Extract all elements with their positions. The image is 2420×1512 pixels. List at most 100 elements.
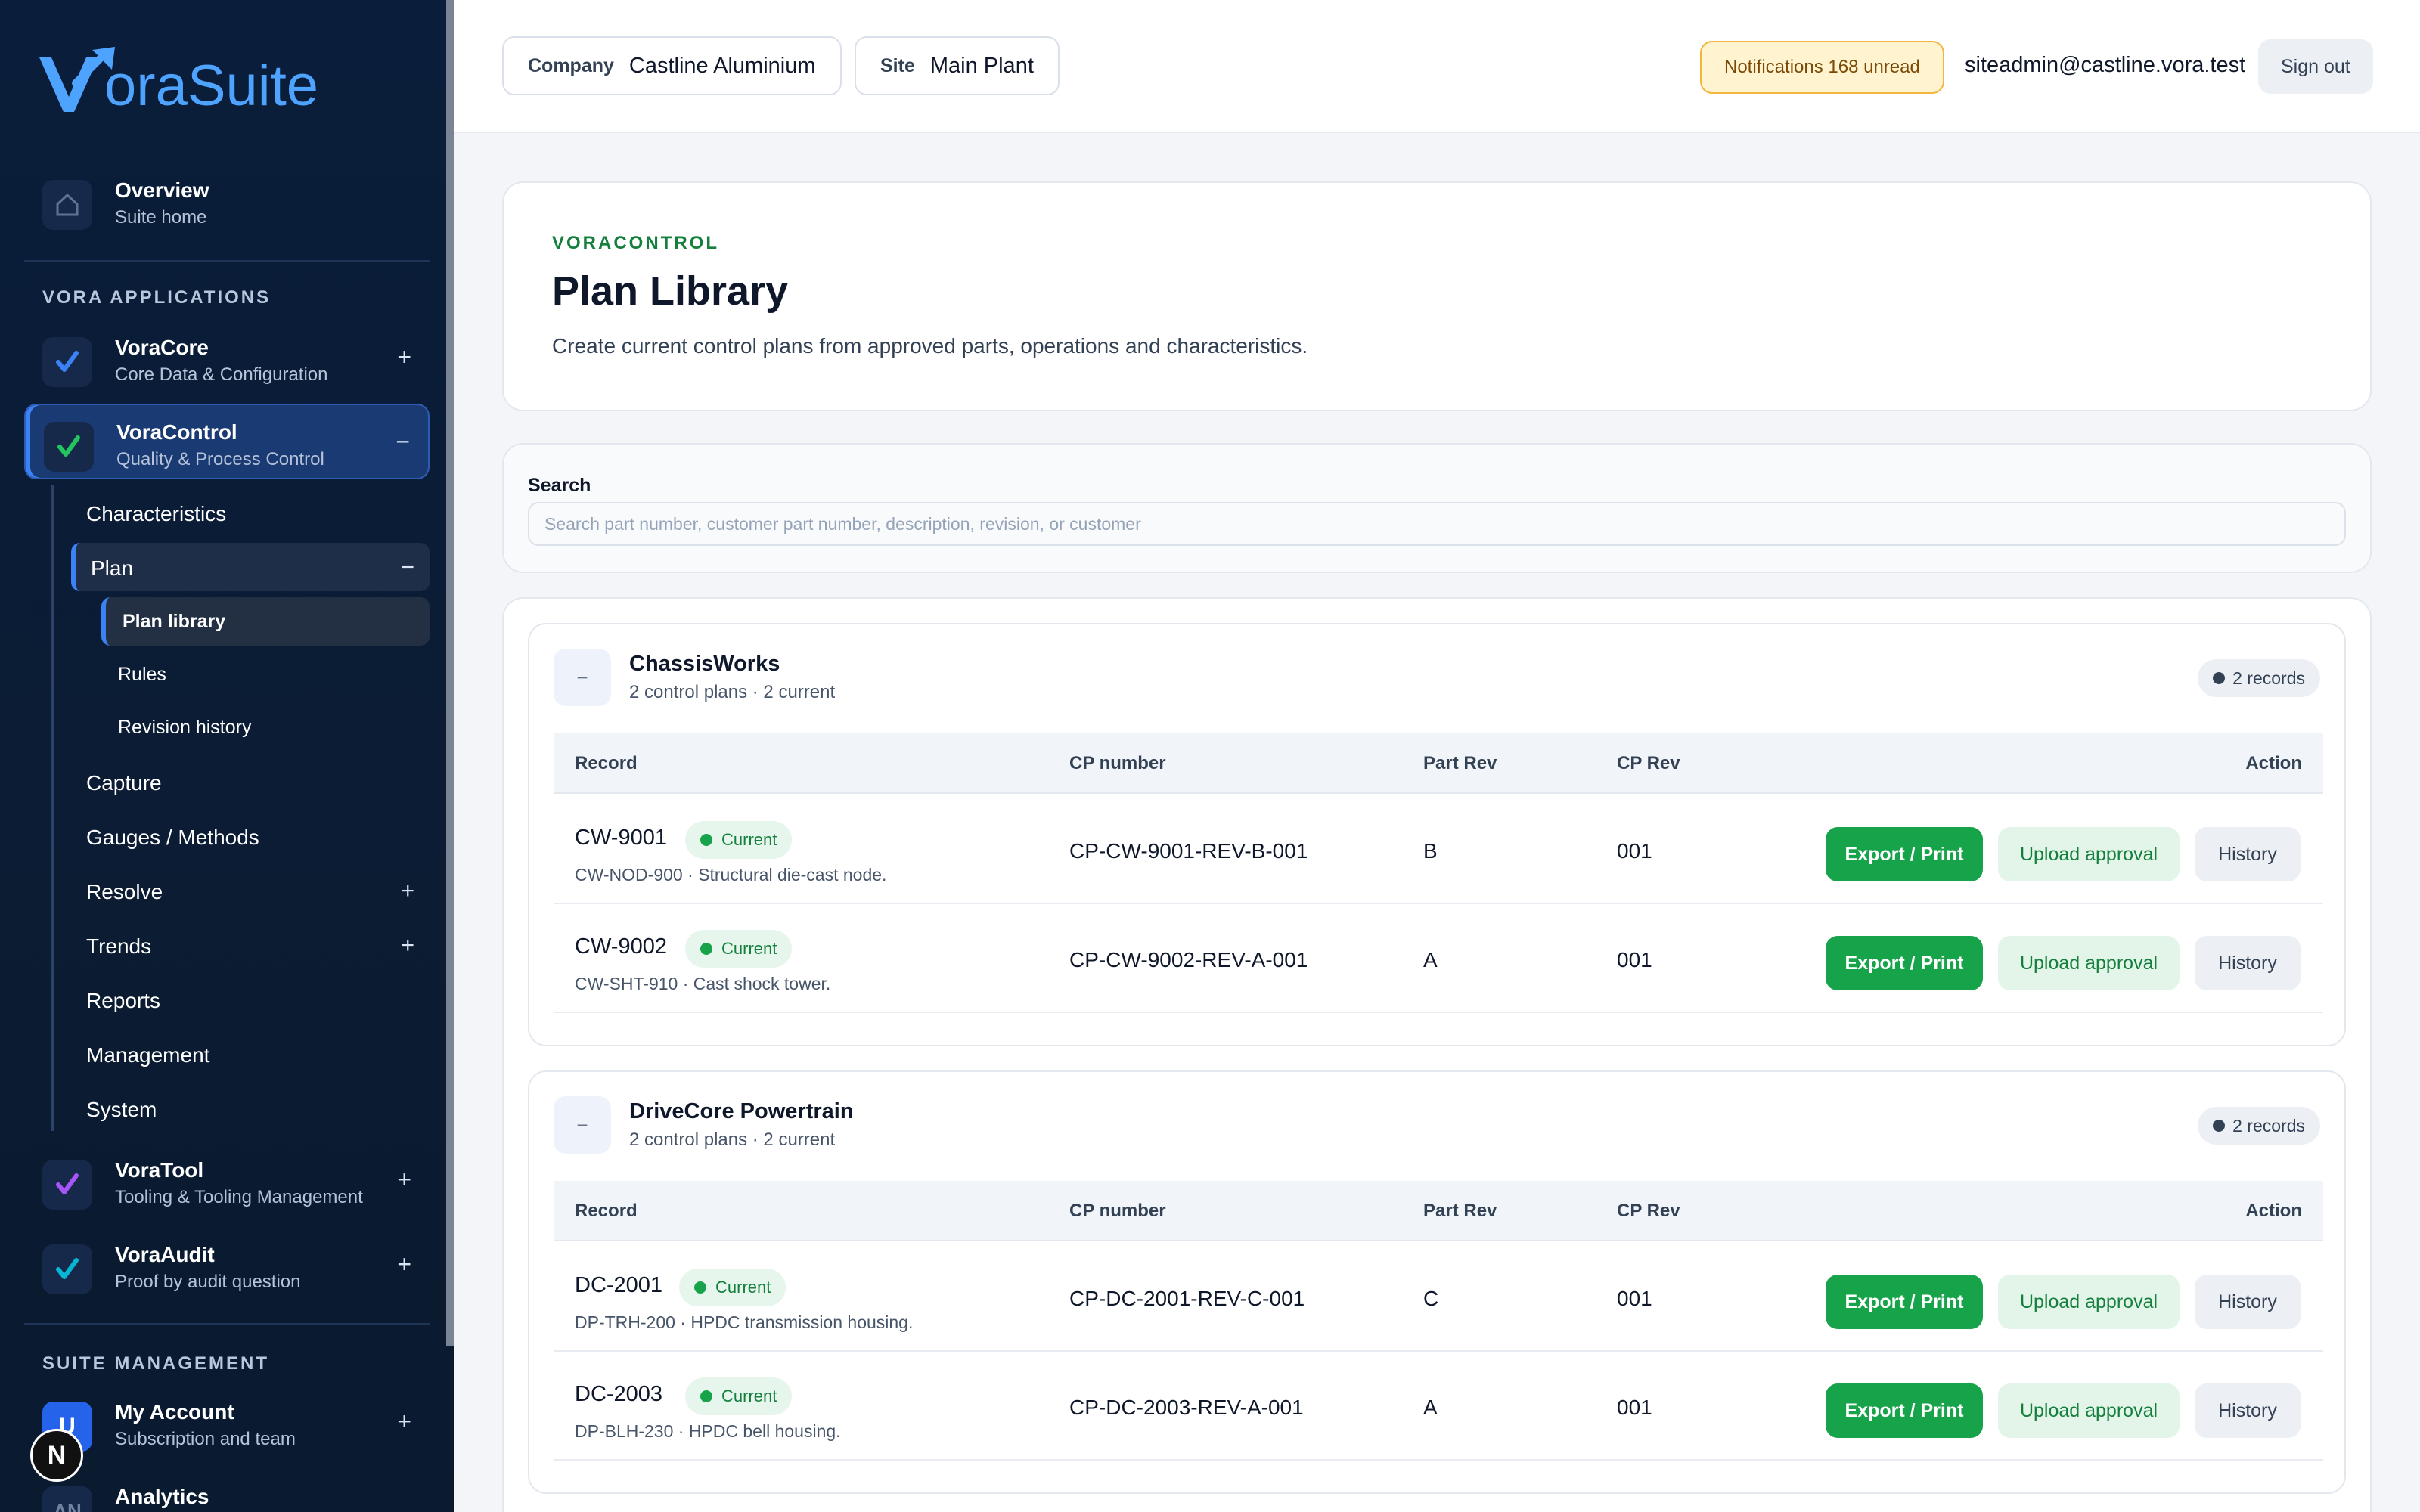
sidebar-item-plan-library[interactable]: Plan library — [101, 597, 430, 646]
col-action: Action — [2245, 1201, 2302, 1221]
history-button[interactable]: History — [2195, 936, 2301, 990]
record-id: DC-2003 — [575, 1382, 663, 1406]
table-row: DC-2003 Current DP-BLH-230 · HPDC bell h… — [554, 1352, 2323, 1461]
sidebar-item-label: System — [86, 1098, 157, 1121]
dev-badge[interactable]: N — [30, 1429, 83, 1482]
record-description: DP-TRH-200 · HPDC transmission housing. — [575, 1312, 914, 1332]
section-label-suite: SUITE MANAGEMENT — [42, 1353, 269, 1374]
collapse-icon[interactable]: − — [396, 429, 410, 454]
sidebar-item-rules[interactable]: Rules — [101, 650, 430, 699]
record-description: CW-SHT-910 · Cast shock tower. — [575, 974, 831, 993]
nav-voracore-subtitle: Core Data & Configuration — [115, 364, 328, 385]
nav-voracontrol[interactable]: VoraControl Quality & Process Control − — [24, 404, 430, 479]
sidebar-item-revision-history[interactable]: Revision history — [101, 703, 430, 751]
status-text: Current — [721, 1387, 777, 1405]
group-summary: 2 control plans · 2 current — [629, 1129, 836, 1150]
sign-out-button[interactable]: Sign out — [2258, 39, 2373, 94]
expand-icon[interactable]: + — [397, 1167, 411, 1191]
col-cp-rev: CP Rev — [1617, 1201, 1680, 1221]
customer-group-drivecore: − DriveCore Powertrain 2 control plans ·… — [528, 1070, 2346, 1494]
nav-analytics-title: Analytics — [115, 1485, 209, 1508]
upload-approval-button[interactable]: Upload approval — [1998, 936, 2180, 990]
badge-dot-icon — [2213, 672, 2226, 684]
history-button[interactable]: History — [2195, 1383, 2301, 1438]
customer-group-chassisworks: − ChassisWorks 2 control plans · 2 curre… — [528, 623, 2346, 1046]
sidebar-item-resolve[interactable]: Resolve + — [71, 866, 430, 915]
cp-number: CP-DC-2001-REV-C-001 — [1069, 1287, 1305, 1310]
sidebar-item-management[interactable]: Management — [71, 1030, 430, 1078]
records-count: 2 records — [2232, 668, 2305, 688]
results-card: − ChassisWorks 2 control plans · 2 curre… — [502, 597, 2372, 1512]
history-button[interactable]: History — [2195, 1275, 2301, 1329]
sidebar-item-gauges-methods[interactable]: Gauges / Methods — [71, 812, 430, 860]
voratool-check-icon — [42, 1160, 92, 1210]
group-title: DriveCore Powertrain — [629, 1099, 854, 1123]
sidebar-item-reports[interactable]: Reports — [71, 975, 430, 1024]
part-rev: C — [1423, 1287, 1439, 1310]
topbar: Company Castline Aluminium Site Main Pla… — [454, 0, 2420, 133]
voracore-check-icon — [42, 337, 92, 387]
search-label: Search — [528, 475, 591, 496]
upload-approval-button[interactable]: Upload approval — [1998, 1383, 2180, 1438]
sidebar-item-trends[interactable]: Trends + — [71, 921, 430, 969]
status-dot-icon — [700, 834, 712, 846]
nav-voratool-title: VoraTool — [115, 1158, 204, 1182]
nav-voraaudit[interactable]: VoraAudit Proof by audit question + — [24, 1228, 430, 1303]
upload-approval-button[interactable]: Upload approval — [1998, 1275, 2180, 1329]
upload-approval-button[interactable]: Upload approval — [1998, 827, 2180, 881]
export-print-button[interactable]: Export / Print — [1826, 936, 1983, 990]
search-input[interactable] — [528, 502, 2346, 546]
cp-number: CP-CW-9001-REV-B-001 — [1069, 839, 1308, 863]
nav-voracore[interactable]: VoraCore Core Data & Configuration + — [24, 321, 430, 396]
expand-icon[interactable]: + — [397, 345, 411, 369]
nav-my-account[interactable]: U My Account Subscription and team + — [24, 1385, 430, 1461]
site-selector[interactable]: Site Main Plant — [855, 36, 1060, 95]
sidebar-item-capture[interactable]: Capture — [71, 758, 430, 806]
expand-icon[interactable]: + — [401, 878, 414, 904]
expand-icon[interactable]: + — [401, 933, 414, 959]
history-button[interactable]: History — [2195, 827, 2301, 881]
notifications-button[interactable]: Notifications 168 unread — [1700, 41, 1944, 94]
part-rev: A — [1423, 948, 1438, 971]
nav-voratool-subtitle: Tooling & Tooling Management — [115, 1187, 363, 1207]
company-selector[interactable]: Company Castline Aluminium — [502, 36, 842, 95]
page-eyebrow: VORACONTROL — [552, 233, 719, 253]
nav-overview[interactable]: Overview Suite home — [24, 163, 430, 239]
section-label-apps: VORA APPLICATIONS — [42, 287, 271, 308]
sidebar-item-characteristics[interactable]: Characteristics — [71, 488, 430, 537]
sidebar-item-label: Management — [86, 1043, 210, 1067]
sidebar-scrollbar[interactable] — [446, 0, 454, 1346]
user-email: siteadmin@castline.vora.test — [1965, 53, 2246, 77]
site-value: Main Plant — [929, 53, 1034, 78]
sidebar-item-plan[interactable]: Plan − — [71, 543, 430, 591]
record-id: DC-2001 — [575, 1273, 663, 1297]
expand-icon[interactable]: + — [397, 1252, 411, 1276]
export-print-button[interactable]: Export / Print — [1826, 1383, 1983, 1438]
sidebar-item-system[interactable]: System — [71, 1084, 430, 1132]
records-badge: 2 records — [2198, 659, 2320, 697]
vorasuite-logo[interactable]: oraSuite — [36, 36, 324, 118]
table-row: DC-2001 Current DP-TRH-200 · HPDC transm… — [554, 1243, 2323, 1352]
nav-voratool[interactable]: VoraTool Tooling & Tooling Management + — [24, 1143, 430, 1219]
nav-voracore-title: VoraCore — [115, 336, 209, 359]
page-title: Plan Library — [552, 268, 789, 314]
nav-voraaudit-subtitle: Proof by audit question — [115, 1272, 301, 1292]
expand-icon[interactable]: + — [397, 1409, 411, 1433]
nav-voracontrol-subtitle: Quality & Process Control — [116, 449, 324, 469]
part-rev: B — [1423, 839, 1438, 863]
cp-number: CP-CW-9002-REV-A-001 — [1069, 948, 1308, 971]
cp-rev: 001 — [1617, 948, 1652, 971]
table-header: Record CP number Part Rev CP Rev Action — [554, 733, 2323, 794]
export-print-button[interactable]: Export / Print — [1826, 1275, 1983, 1329]
export-print-button[interactable]: Export / Print — [1826, 827, 1983, 881]
sidebar: oraSuite Overview Suite home VORA APPLIC… — [0, 0, 454, 1512]
collapse-icon[interactable]: − — [401, 555, 414, 581]
analytics-avatar: AN — [42, 1486, 92, 1512]
status-dot-icon — [700, 943, 712, 955]
status-text: Current — [721, 939, 777, 958]
nav-analytics[interactable]: AN Analytics — [24, 1470, 430, 1512]
page-description: Create current control plans from approv… — [552, 334, 1308, 358]
collapse-group-button[interactable]: − — [554, 649, 611, 706]
cp-rev: 001 — [1617, 1287, 1652, 1310]
collapse-group-button[interactable]: − — [554, 1096, 611, 1154]
